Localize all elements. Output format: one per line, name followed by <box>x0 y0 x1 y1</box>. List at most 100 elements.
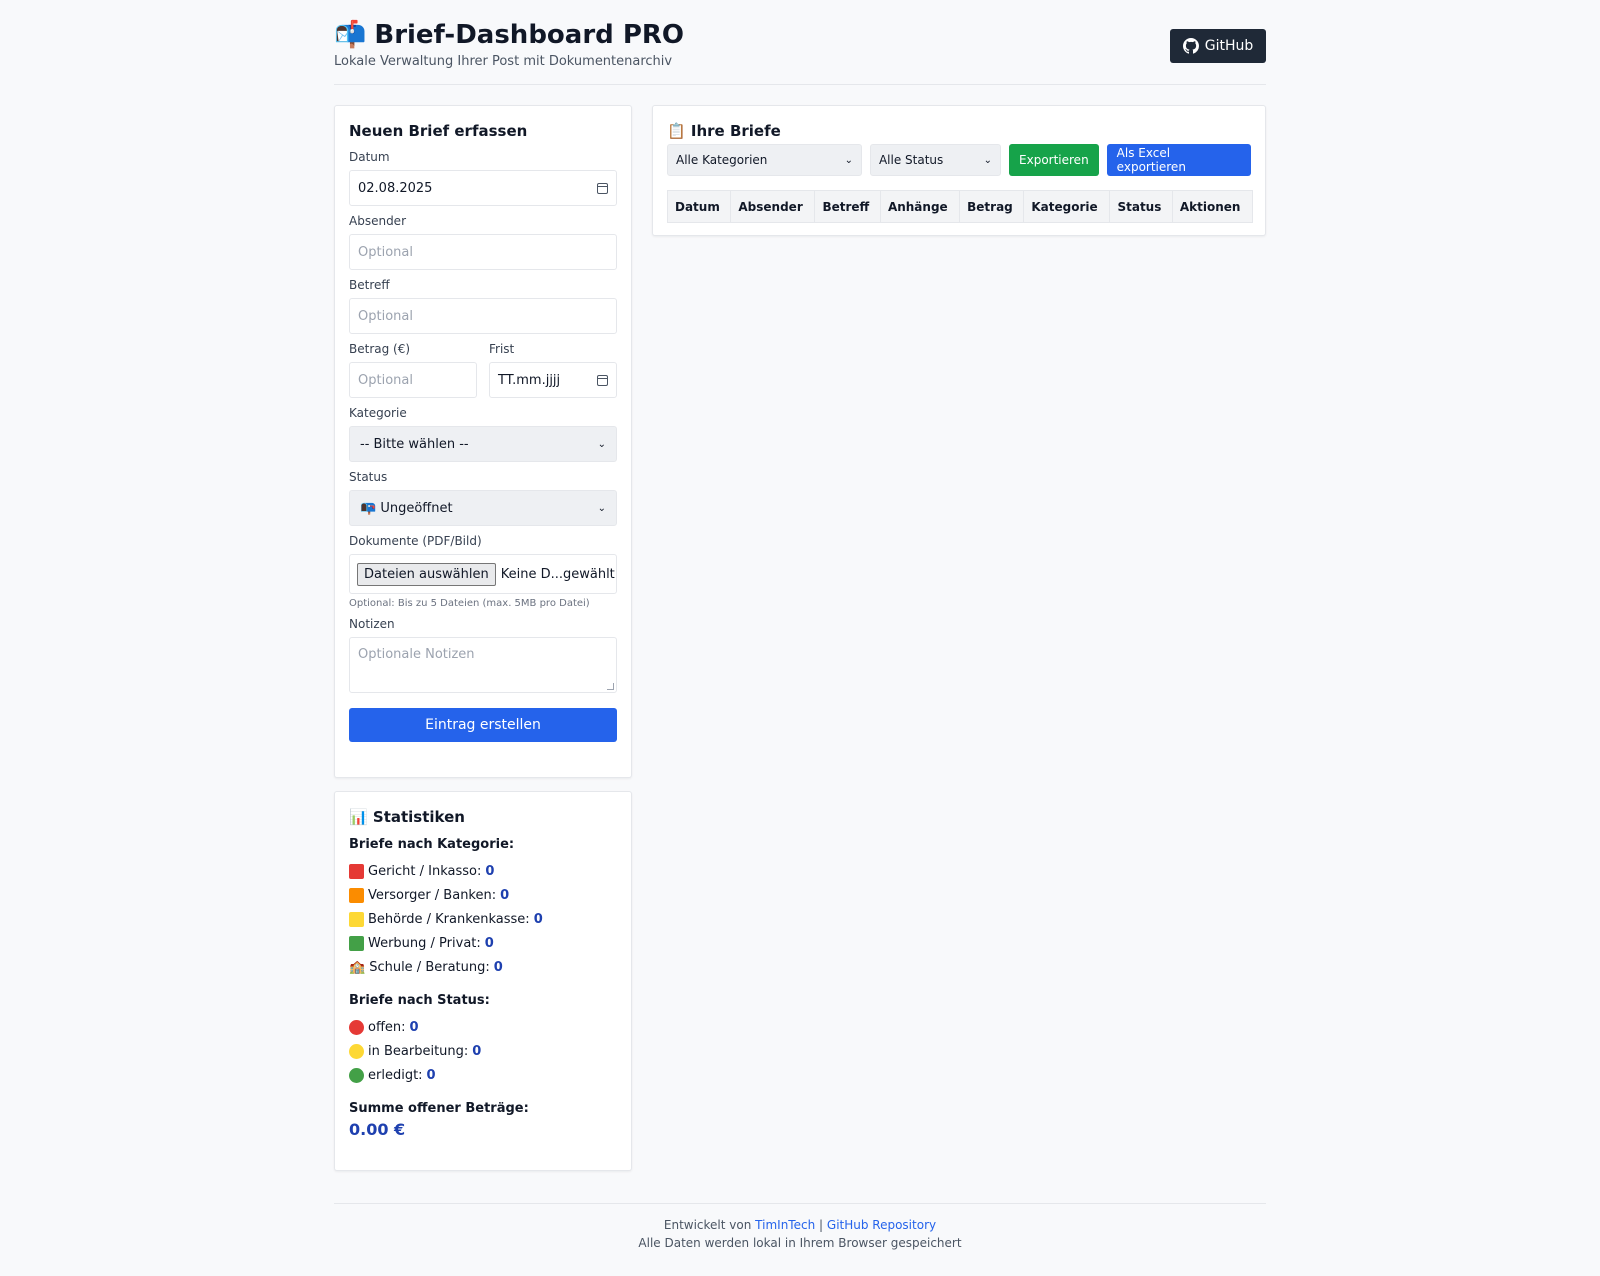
frist-column: Frist TT.mm.jjjj <box>489 334 617 398</box>
status-select[interactable]: 📭 Ungeöffnet ⌄ <box>349 490 617 526</box>
chevron-down-icon: ⌄ <box>597 438 606 450</box>
letters-table: Datum Absender Betreff Anhänge Betrag Ka… <box>666 190 1254 223</box>
file-select-button[interactable]: Dateien auswählen <box>357 562 496 586</box>
betrag-input[interactable]: Optional <box>349 362 477 398</box>
form-title: Neuen Brief erfassen <box>349 122 528 140</box>
betrag-column: Betrag (€) Optional <box>349 334 477 398</box>
category-stat-item: Werbung / Privat: 0 <box>349 931 617 955</box>
red-circle-icon <box>349 1019 364 1035</box>
github-icon <box>1182 38 1199 54</box>
status-stat-value: 0 <box>426 1067 436 1083</box>
category-stat-value: 0 <box>485 863 495 879</box>
excel-export-button[interactable]: Als Excel exportieren <box>1106 144 1251 176</box>
status-label: Status <box>349 470 388 484</box>
yellow-square-icon <box>349 911 364 927</box>
category-stat-label: Gericht / Inkasso: <box>368 863 482 879</box>
betreff-input[interactable]: Optional <box>349 298 617 334</box>
status-stat-label: offen: <box>368 1019 406 1035</box>
page-footer: Entwickelt von TimInTech | GitHub Reposi… <box>334 1203 1266 1250</box>
notizen-placeholder: Optionale Notizen <box>358 647 475 662</box>
chevron-down-icon: ⌄ <box>844 154 853 166</box>
datum-input[interactable]: 02.08.2025 <box>349 170 617 206</box>
calendar-icon[interactable] <box>597 374 608 386</box>
column-header[interactable]: Kategorie <box>1023 190 1111 223</box>
green-circle-icon <box>349 1067 364 1083</box>
category-stat-label: Schule / Beratung: <box>369 959 490 975</box>
status-value: 📭 Ungeöffnet <box>360 500 453 516</box>
orange-square-icon <box>349 887 364 903</box>
betrag-placeholder: Optional <box>358 372 413 388</box>
category-stat-value: 0 <box>533 911 543 927</box>
by-category-title: Briefe nach Kategorie: <box>349 837 515 852</box>
status-stat-label: in Bearbeitung: <box>368 1043 469 1059</box>
category-stat-value: 0 <box>493 959 503 975</box>
category-stat-value: 0 <box>484 935 494 951</box>
footer-credits: Entwickelt von TimInTech | GitHub Reposi… <box>334 1218 1266 1232</box>
mailbox-icon: 📬 <box>334 20 367 50</box>
category-stat-item: Versorger / Banken: 0 <box>349 883 617 907</box>
status-stat-item: offen: 0 <box>349 1015 617 1039</box>
dokumente-label: Dokumente (PDF/Bild) <box>349 534 482 548</box>
column-header[interactable]: Aktionen <box>1171 190 1254 223</box>
page-subtitle: Lokale Verwaltung Ihrer Post mit Dokumen… <box>334 54 673 69</box>
status-filter-value: Alle Status <box>878 153 944 167</box>
file-hint: Optional: Bis zu 5 Dateien (max. 5MB pro… <box>349 598 590 609</box>
table-header-row: Datum Absender Betreff Anhänge Betrag Ka… <box>666 190 1254 223</box>
column-header[interactable]: Datum <box>666 190 732 223</box>
absender-input[interactable]: Optional <box>349 234 617 270</box>
category-filter-value: Alle Kategorien <box>676 153 768 167</box>
absender-placeholder: Optional <box>358 244 413 260</box>
yellow-circle-icon <box>349 1043 364 1059</box>
repo-link[interactable]: GitHub Repository <box>827 1218 936 1232</box>
statistics-card: 📊 Statistiken Briefe nach Kategorie: Ger… <box>334 791 632 1171</box>
kategorie-value: -- Bitte wählen -- <box>360 436 469 452</box>
open-amount-sum: 0.00 € <box>349 1120 406 1139</box>
by-status-title: Briefe nach Status: <box>349 993 490 1008</box>
column-header[interactable]: Betrag <box>959 190 1025 223</box>
category-stat-label: Werbung / Privat: <box>368 935 481 951</box>
category-stat-value: 0 <box>500 887 510 903</box>
green-square-icon <box>349 935 364 951</box>
column-header[interactable]: Absender <box>730 190 816 223</box>
status-filter-select[interactable]: Alle Status ⌄ <box>869 144 1002 176</box>
calendar-icon[interactable] <box>597 182 608 194</box>
file-input: Dateien auswählen Keine D...gewählt <box>349 554 617 594</box>
chevron-down-icon: ⌄ <box>983 154 993 166</box>
new-letter-form: Neuen Brief erfassen Datum 02.08.2025 Ab… <box>334 105 632 778</box>
betreff-label: Betreff <box>349 278 390 292</box>
frist-label: Frist <box>489 342 515 356</box>
list-title: 📋 Ihre Briefe <box>667 122 781 140</box>
betrag-frist-row: Betrag (€) Optional Frist TT.mm.jjjj <box>349 334 617 398</box>
datum-label: Datum <box>349 150 390 164</box>
sum-title: Summe offener Beträge: <box>349 1101 529 1116</box>
status-stat-value: 0 <box>409 1019 419 1035</box>
datum-value: 02.08.2025 <box>358 180 433 196</box>
category-stat-item: Gericht / Inkasso: 0 <box>349 859 617 883</box>
kategorie-select[interactable]: -- Bitte wählen -- ⌄ <box>349 426 617 462</box>
title-row: 📬 Brief-Dashboard PRO <box>334 18 1266 52</box>
status-stat-label: erledigt: <box>368 1067 423 1083</box>
notizen-textarea[interactable]: Optionale Notizen <box>349 637 617 693</box>
storage-note: Alle Daten werden lokal in Ihrem Browser… <box>638 1236 962 1250</box>
notizen-label: Notizen <box>349 617 395 631</box>
frist-input[interactable]: TT.mm.jjjj <box>489 362 617 398</box>
developed-by-text: Entwickelt von <box>663 1218 752 1232</box>
red-square-icon <box>349 863 364 879</box>
status-stat-item: erledigt: 0 <box>349 1063 617 1087</box>
file-status-text: Keine D...gewählt <box>500 566 615 582</box>
betreff-placeholder: Optional <box>358 308 413 324</box>
column-header[interactable]: Status <box>1109 190 1173 223</box>
status-stat-item: in Bearbeitung: 0 <box>349 1039 617 1063</box>
author-link[interactable]: TimInTech <box>755 1218 815 1232</box>
column-header[interactable]: Betreff <box>814 190 881 223</box>
status-stat-value: 0 <box>472 1043 482 1059</box>
kategorie-label: Kategorie <box>349 406 407 420</box>
frist-value: TT.mm.jjjj <box>498 372 561 388</box>
chevron-down-icon: ⌄ <box>597 502 606 514</box>
github-button-label: GitHub <box>1204 38 1254 54</box>
create-entry-button[interactable]: Eintrag erstellen <box>349 708 617 742</box>
category-filter-select[interactable]: Alle Kategorien ⌄ <box>667 144 862 176</box>
column-header[interactable]: Anhänge <box>879 190 961 223</box>
export-button[interactable]: Exportieren <box>1009 144 1099 176</box>
github-button[interactable]: GitHub <box>1170 29 1266 63</box>
